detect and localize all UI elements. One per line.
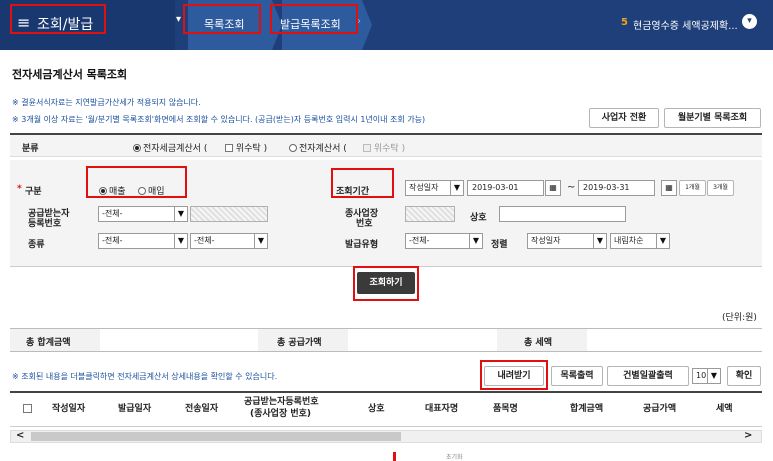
issue-type-select[interactable]: -전체- ▼ — [405, 233, 483, 249]
period-type-value: 작성일자 — [409, 183, 439, 192]
col-item: 품목명 — [493, 404, 518, 414]
dblclick-notice: ※ 조회된 내용을 더블클릭하면 전자세금계산서 상세내용을 확인할 수 있습니… — [12, 372, 278, 381]
col-receiver-regno: 공급받는자등록번호 — [244, 397, 319, 407]
col-company: 상호 — [368, 404, 385, 414]
confirm-button[interactable]: 확인 — [727, 366, 761, 386]
highlight-section — [10, 4, 106, 34]
unit-label: (단위:원) — [722, 313, 757, 323]
notice-text-1: ※ 결윤서식자료는 지연발급가산세가 적용되지 않습니다. — [12, 98, 201, 107]
category-etax-radio[interactable]: 전자세금계산서 ( — [133, 141, 207, 154]
col-write-date: 작성일자 — [52, 404, 86, 414]
bottom-red-mark — [393, 452, 396, 461]
chevron-down-icon[interactable]: ▼ — [707, 369, 720, 383]
select-all-checkbox[interactable] — [23, 404, 32, 413]
col-total: 합계금액 — [570, 404, 604, 414]
highlight-crumb1 — [183, 4, 261, 34]
category-label: 분류 — [22, 144, 39, 154]
highlight-gubun — [86, 166, 187, 198]
category-ebill-label: 전자계산서 ( — [299, 144, 347, 154]
highlight-search — [353, 266, 419, 301]
category-etax-trust-checkbox[interactable]: 위수탁 ) — [225, 141, 267, 154]
section-chevron-icon[interactable]: ▾ — [176, 14, 181, 25]
highlight-download — [480, 360, 548, 390]
company-label: 상호 — [470, 213, 487, 223]
col-supply: 공급가액 — [643, 404, 677, 414]
receiver-label-line2: 등록번호 — [28, 219, 62, 229]
receiver-select[interactable]: -전체- ▼ — [98, 206, 188, 222]
col-ceo: 대표자명 — [425, 404, 459, 414]
highlight-period — [331, 168, 394, 198]
chevron-down-icon[interactable]: ▼ — [254, 234, 267, 248]
total-supply-label: 총 공급가액 — [277, 338, 322, 348]
total-tax-label: 총 세액 — [524, 338, 552, 348]
highlight-crumb2 — [270, 4, 358, 34]
date-to-calendar-icon[interactable]: ▦ — [661, 180, 677, 196]
col-tax: 세액 — [716, 404, 733, 414]
required-star: * — [17, 184, 22, 194]
category-ebill-trust-checkbox: 위수탁 ) — [363, 141, 405, 154]
chevron-down-icon[interactable]: ▼ — [174, 207, 187, 221]
date-from-input[interactable]: 2019-03-01 — [467, 180, 544, 196]
col-send-date: 전송일자 — [185, 404, 219, 414]
receiver-select-value: -전체- — [102, 209, 123, 218]
branch-label-line2: 번호 — [356, 219, 373, 229]
kind-label: 종류 — [28, 240, 45, 250]
date-range-tilde: ~ — [567, 182, 576, 193]
col-branch-no: (종사업장 번호) — [250, 409, 312, 419]
page-size-select[interactable]: 10 ▼ — [692, 368, 721, 384]
notice-number: 5 — [621, 17, 628, 28]
receiver-number-disabled — [190, 206, 268, 222]
chevron-down-icon[interactable]: ▼ — [450, 181, 463, 195]
category-ebill-trust-label: 위수탁 ) — [373, 144, 406, 154]
category-etax-label: 전자세금계산서 ( — [143, 144, 208, 154]
breadcrumb-2-arrow — [362, 0, 372, 50]
print-list-button[interactable]: 목록출력 — [551, 366, 603, 386]
category-ebill-radio[interactable]: 전자계산서 ( — [289, 141, 347, 154]
category-ebill-trust-box — [363, 144, 371, 152]
chevron-down-icon[interactable]: ▼ — [174, 234, 187, 248]
chevron-down-icon[interactable]: ▼ — [469, 234, 482, 248]
order-select-value: 내림차순 — [614, 236, 644, 245]
kind-select-2-value: -전체- — [194, 236, 215, 245]
scrollbar-thumb[interactable] — [31, 432, 401, 441]
company-input[interactable] — [499, 206, 626, 222]
period-type-select[interactable]: 작성일자 ▼ — [405, 180, 464, 196]
kind-select-1[interactable]: -전체- ▼ — [98, 233, 188, 249]
branch-number-disabled — [405, 206, 455, 222]
kind-select-2[interactable]: -전체- ▼ — [190, 233, 268, 249]
batch-print-button[interactable]: 건별일괄출력 — [607, 366, 689, 386]
issue-type-label: 발급유형 — [345, 240, 379, 250]
order-select[interactable]: 내림차순 ▼ — [610, 233, 670, 249]
notice-text-2: ※ 3개월 이상 자료는 '월/분기별 목록조회'화면에서 조회할 수 있습니다… — [12, 115, 426, 124]
date-to-input[interactable]: 2019-03-31 — [578, 180, 655, 196]
category-etax-trust-label: 위수탁 ) — [235, 144, 268, 154]
category-etax-radio-dot[interactable] — [133, 144, 141, 152]
gubun-label: 구분 — [25, 187, 42, 197]
monthly-list-button[interactable]: 월분기별 목록조회 — [664, 108, 761, 128]
category-etax-trust-box[interactable] — [225, 144, 233, 152]
notice-chevron-icon[interactable]: ▾ — [742, 14, 757, 29]
sort-select-value: 작성일자 — [531, 236, 561, 245]
notice-ticker[interactable]: 현금영수증 세액공제확... — [633, 17, 738, 32]
scroll-right-icon[interactable]: > — [744, 430, 752, 441]
switch-business-button[interactable]: 사업자 전환 — [589, 108, 659, 128]
date-from-calendar-icon[interactable]: ▦ — [545, 180, 561, 196]
category-ebill-radio-dot[interactable] — [289, 144, 297, 152]
range-3month-button[interactable]: 3개월 — [707, 180, 734, 196]
range-1month-button[interactable]: 1개월 — [679, 180, 706, 196]
chevron-down-icon[interactable]: ▼ — [593, 234, 606, 248]
total-amount-label: 총 합계금액 — [26, 338, 71, 348]
chevron-down-icon[interactable]: ▼ — [656, 234, 669, 248]
col-issue-date: 발급일자 — [118, 404, 152, 414]
scroll-left-icon[interactable]: < — [16, 430, 24, 441]
summary-bar — [10, 328, 762, 352]
page-size-value: 10 — [696, 371, 707, 380]
page-title: 전자세금계산서 목록조회 — [12, 68, 128, 81]
kind-select-1-value: -전체- — [102, 236, 123, 245]
sort-label: 정렬 — [491, 240, 508, 250]
issue-type-value: -전체- — [409, 236, 430, 245]
bottom-cut-label: 초기화 — [446, 454, 463, 461]
sort-select[interactable]: 작성일자 ▼ — [527, 233, 607, 249]
